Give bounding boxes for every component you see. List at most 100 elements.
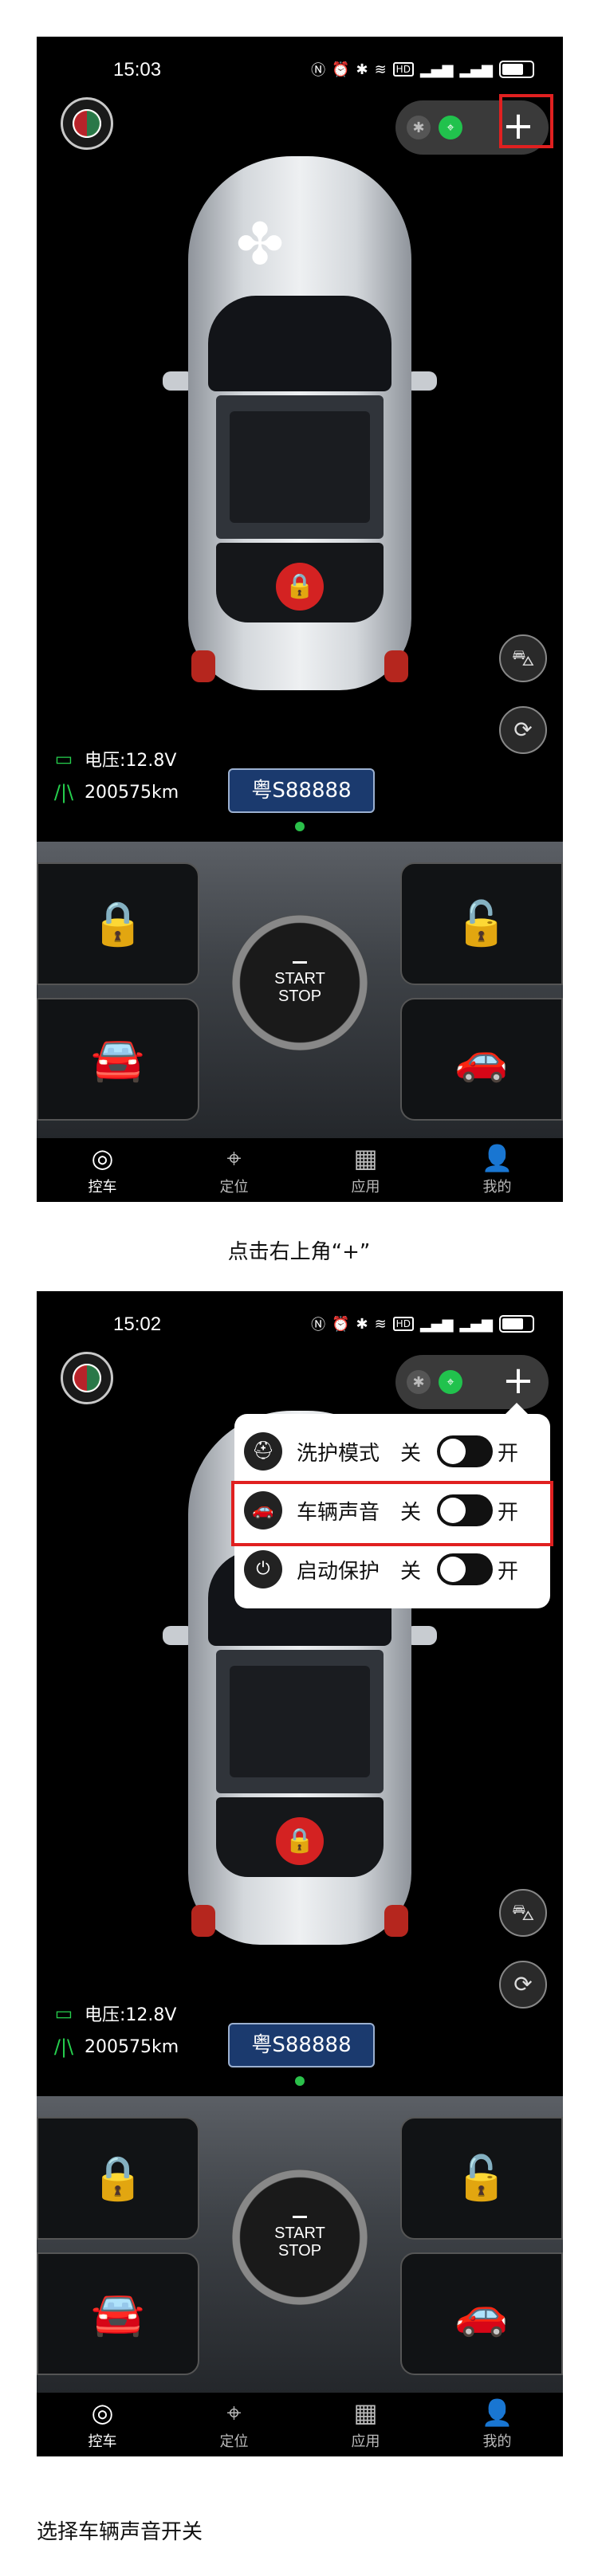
lock-button[interactable]: 🔒 — [37, 862, 199, 985]
battery-voltage-icon: ▭ — [54, 748, 73, 770]
car-sunroof — [230, 1666, 370, 1777]
alarm-icon: ⏰ — [332, 1315, 350, 1333]
tab-label: 应用 — [351, 1179, 380, 1196]
car-trunk-icon: 🚘 — [91, 1034, 145, 1084]
status-bar: 15:03 Ⓝ ⏰ ✱ ≋ HD ▂▄▆ ▂▄▆ — [37, 37, 563, 100]
tab-control[interactable]: ◎ 控车 — [37, 2393, 168, 2456]
refresh-icon[interactable]: ⟳ — [499, 706, 547, 754]
hd-badge: HD — [392, 1317, 414, 1331]
car-horn-icon: 🚗 — [454, 1034, 509, 1084]
start-stop-button[interactable]: START STOP — [232, 915, 368, 1050]
status-icons: Ⓝ ⏰ ✱ ≋ HD ▂▄▆ ▂▄▆ — [311, 1314, 534, 1334]
stop-label: STOP — [277, 987, 322, 1005]
step-caption-2: 选择车辆声音开关 — [37, 2520, 203, 2544]
car-top-view: ✤ 🔒 — [140, 156, 459, 698]
status-time: 15:03 — [113, 59, 162, 80]
nfc-icon: Ⓝ — [311, 62, 326, 79]
tab-label: 定位 — [219, 1179, 249, 1196]
wash-person-icon: ⛑ — [244, 1432, 282, 1471]
trunk-button[interactable]: 🚘 — [37, 998, 199, 1121]
control-panel: 🔒 🔓 🚘 🚗 START STOP — [37, 842, 563, 1138]
lock-icon: 🔒 — [91, 898, 145, 948]
road-icon: /|\ — [53, 781, 74, 803]
tab-apps[interactable]: ▦ 应用 — [300, 1138, 431, 1202]
tab-profile[interactable]: 👤 我的 — [431, 1138, 563, 1202]
map-pin-icon: ⌖ — [226, 2397, 242, 2428]
car-sunroof — [230, 411, 370, 523]
tab-apps[interactable]: ▦ 应用 — [300, 2393, 431, 2456]
signal-icon: ▂▄▆ — [419, 61, 454, 78]
brand-logo — [61, 1352, 113, 1404]
unlock-icon: 🔓 — [454, 898, 509, 948]
location-icon[interactable]: ⌖ — [439, 1370, 462, 1394]
license-plate: 粤S88888 — [228, 2023, 375, 2067]
popup-row-label: 洗护模式 — [297, 1441, 380, 1466]
battery-icon — [499, 61, 534, 78]
bluetooth-status-icon[interactable]: ✱ — [407, 1370, 431, 1394]
vehicle-sound-highlight-box — [231, 1481, 553, 1546]
car-lock-status-icon: 🔒 — [276, 563, 324, 611]
control-panel: 🔒 🔓 🚘 🚗 START STOP — [37, 2096, 563, 2393]
page-indicator-dot — [295, 2076, 305, 2086]
tab-control[interactable]: ◎ 控车 — [37, 1138, 168, 1202]
signal-icon: ▂▄▆ — [459, 61, 493, 78]
right-tail-light — [384, 1905, 408, 1937]
bluetooth-icon: ✱ — [356, 61, 368, 78]
location-icon[interactable]: ⌖ — [439, 116, 462, 139]
top-control-pill: ✱ ⌖ + — [395, 1355, 549, 1409]
bottom-tab-bar: ◎ 控车 ⌖ 定位 ▦ 应用 👤 我的 — [37, 2393, 563, 2456]
start-protection-toggle[interactable] — [437, 1553, 493, 1585]
start-label: START — [274, 2224, 325, 2242]
start-indicator-bar — [293, 2215, 307, 2218]
status-bar: 15:02 Ⓝ ⏰ ✱ ≋ HD ▂▄▆ ▂▄▆ — [37, 1291, 563, 1355]
tab-location[interactable]: ⌖ 定位 — [168, 2393, 300, 2456]
voltage-info: ▭ 电压:12.8V — [51, 2001, 177, 2026]
unlock-button[interactable]: 🔓 — [400, 862, 563, 985]
find-car-button[interactable]: 🚗 — [400, 2252, 563, 2375]
apps-grid-icon: ▦ — [353, 2397, 378, 2428]
lock-button[interactable]: 🔒 — [37, 2117, 199, 2240]
phone-screenshot-2: 15:02 Ⓝ ⏰ ✱ ≋ HD ▂▄▆ ▂▄▆ ✱ ⌖ + 🔒 ⛍ ⟳ ▭ 电… — [37, 1291, 563, 2456]
popup-row-start-protection: ⏻ 启动保护 关 开 — [234, 1545, 550, 1594]
tab-profile[interactable]: 👤 我的 — [431, 2393, 563, 2456]
toggle-on-label: 开 — [498, 1559, 519, 1584]
tab-label: 我的 — [482, 1179, 512, 1196]
voltage-text: 电压:12.8V — [85, 2005, 177, 2025]
refresh-icon[interactable]: ⟳ — [499, 1961, 547, 2009]
popup-row-wash-mode: ⛑ 洗护模式 关 开 — [234, 1427, 550, 1476]
car-wash-icon[interactable]: ⛍ — [499, 634, 547, 682]
phone-screenshot-1: 15:03 Ⓝ ⏰ ✱ ≋ HD ▂▄▆ ▂▄▆ ✱ ⌖ + ✤ 🔒 ⛍ ⟳ ▭… — [37, 37, 563, 1202]
toggle-on-label: 开 — [498, 1441, 519, 1466]
hd-badge: HD — [392, 62, 414, 77]
mileage-text: 200575km — [85, 782, 179, 803]
bluetooth-status-icon[interactable]: ✱ — [407, 116, 431, 139]
tab-label: 定位 — [219, 2433, 249, 2450]
car-windshield — [208, 296, 391, 391]
unlock-button[interactable]: 🔓 — [400, 2117, 563, 2240]
trunk-button[interactable]: 🚘 — [37, 2252, 199, 2375]
signal-icon: ▂▄▆ — [419, 1315, 454, 1333]
wash-mode-toggle[interactable] — [437, 1435, 493, 1467]
mileage-text: 200575km — [85, 2036, 179, 2057]
page-indicator-dot — [295, 822, 305, 831]
tab-label: 控车 — [88, 1179, 117, 1196]
tab-location[interactable]: ⌖ 定位 — [168, 1138, 300, 1202]
car-wash-icon[interactable]: ⛍ — [499, 1889, 547, 1937]
mileage-info: /|\ 200575km — [51, 781, 179, 803]
start-stop-button[interactable]: START STOP — [232, 2170, 368, 2305]
lock-icon: 🔒 — [91, 2153, 145, 2203]
add-plus-button[interactable]: + — [496, 1360, 541, 1404]
status-icons: Ⓝ ⏰ ✱ ≋ HD ▂▄▆ ▂▄▆ — [311, 59, 534, 80]
find-car-button[interactable]: 🚗 — [400, 998, 563, 1121]
tab-label: 我的 — [482, 2433, 512, 2450]
nfc-icon: Ⓝ — [311, 1317, 326, 1333]
fan-icon[interactable]: ✤ — [228, 212, 292, 276]
left-tail-light — [191, 650, 215, 682]
bottom-tab-bar: ◎ 控车 ⌖ 定位 ▦ 应用 👤 我的 — [37, 1138, 563, 1202]
signal-icon: ▂▄▆ — [459, 1315, 493, 1333]
steering-wheel-icon: ◎ — [91, 2397, 114, 2428]
plus-highlight-box — [499, 94, 553, 148]
alarm-icon: ⏰ — [332, 61, 350, 78]
stop-label: STOP — [277, 2241, 322, 2260]
step-caption-1: 点击右上角“+” — [227, 1240, 371, 1264]
